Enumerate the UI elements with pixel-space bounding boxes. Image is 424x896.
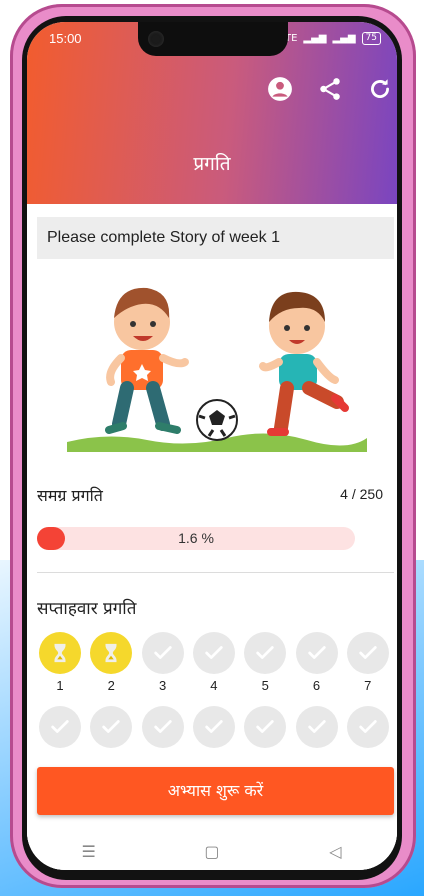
week-2-status[interactable] bbox=[90, 632, 133, 674]
week-row2-7-status[interactable] bbox=[346, 706, 389, 748]
back-icon[interactable]: ◁ bbox=[315, 842, 355, 861]
check-icon bbox=[102, 720, 121, 733]
week-5-status[interactable] bbox=[244, 632, 287, 674]
week-7-status[interactable] bbox=[346, 632, 389, 674]
week-6-label: 6 bbox=[312, 678, 321, 693]
overall-progress-label: समग्र प्रगति bbox=[37, 486, 103, 505]
week-row2-6-status[interactable] bbox=[295, 706, 338, 748]
week-3-label: 3 bbox=[158, 678, 167, 693]
check-icon bbox=[153, 720, 172, 733]
home-icon[interactable]: ▢ bbox=[192, 842, 232, 861]
check-icon bbox=[307, 646, 326, 659]
week-4-label: 4 bbox=[210, 678, 218, 693]
system-nav-bar: ☰ ▢ ◁ bbox=[27, 832, 397, 870]
overall-progress-count: 4 / 250 bbox=[340, 486, 383, 502]
week-row2-5-status[interactable] bbox=[244, 706, 287, 748]
check-icon bbox=[51, 720, 69, 733]
week-1-status[interactable] bbox=[39, 632, 81, 674]
kids-football-illustration bbox=[67, 287, 367, 452]
weekly-progress-label: सप्ताहवार प्रगति bbox=[37, 599, 137, 619]
camera-notch bbox=[138, 22, 288, 56]
recent-apps-icon[interactable]: ☰ bbox=[69, 842, 109, 861]
weekly-progress-grid: 1 2 3 4 5 6 7 bbox=[39, 632, 391, 752]
week-1-label: 1 bbox=[56, 678, 64, 693]
share-icon[interactable] bbox=[317, 76, 343, 102]
week-5-label: 5 bbox=[261, 678, 269, 693]
check-icon bbox=[359, 646, 377, 659]
progress-percent-text: 1.6 % bbox=[178, 530, 214, 546]
story-banner: Please complete Story of week 1 bbox=[37, 217, 394, 259]
page-title: प्रगति bbox=[193, 153, 231, 175]
section-divider bbox=[37, 572, 394, 573]
overall-progress-bar: 1.6 % bbox=[37, 527, 355, 550]
week-3-status[interactable] bbox=[141, 632, 184, 674]
week-row2-3-status[interactable] bbox=[141, 706, 184, 748]
signal-icon: ▂▄▆ bbox=[303, 33, 327, 44]
check-icon bbox=[307, 720, 326, 733]
status-time: 15:00 bbox=[49, 31, 82, 46]
camera-icon bbox=[148, 31, 164, 47]
week-row2-2-status[interactable] bbox=[90, 706, 133, 748]
start-practice-button[interactable]: अभ्यास शुरू करें bbox=[37, 767, 394, 815]
week-row2-1-status[interactable] bbox=[39, 706, 81, 748]
hourglass-icon bbox=[54, 643, 66, 663]
profile-icon[interactable] bbox=[267, 76, 293, 102]
check-icon bbox=[256, 646, 274, 659]
week-2-label: 2 bbox=[107, 678, 115, 693]
refresh-icon[interactable] bbox=[367, 76, 393, 102]
check-icon bbox=[153, 646, 172, 659]
check-icon bbox=[205, 646, 223, 659]
check-icon bbox=[205, 720, 223, 733]
check-icon bbox=[256, 720, 274, 733]
check-icon bbox=[359, 720, 377, 733]
week-row2-4-status[interactable] bbox=[192, 706, 235, 748]
battery-icon: 75 bbox=[361, 32, 381, 45]
week-4-status[interactable] bbox=[192, 632, 235, 674]
signal-icon-2: ▂▄▆ bbox=[332, 33, 356, 44]
week-7-label: 7 bbox=[364, 678, 372, 693]
hourglass-icon bbox=[105, 643, 117, 663]
bottom-bar: अभ्यास शुरू करें ☰ ▢ ◁ bbox=[27, 752, 397, 870]
week-6-status[interactable] bbox=[295, 632, 338, 674]
app-screen: प्रगति 15:00 Vo LTE ▂▄▆ ▂▄▆ 75 Please co… bbox=[27, 22, 397, 870]
